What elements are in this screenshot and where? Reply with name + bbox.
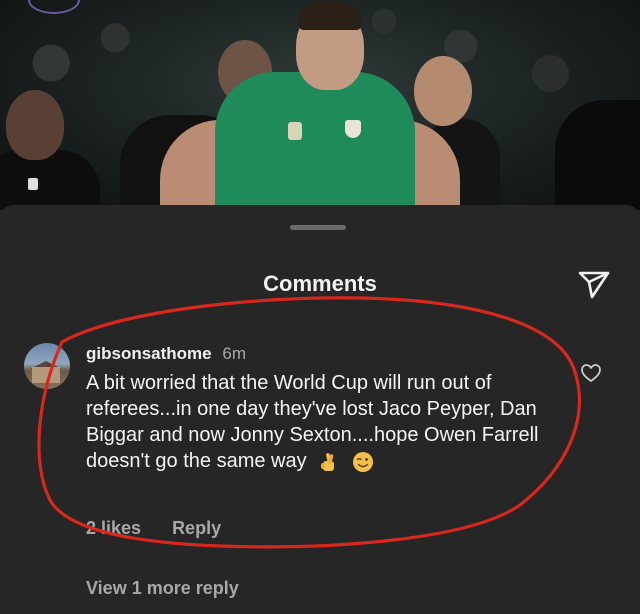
avatar-house [32,367,60,383]
photo-player-right-head [414,56,472,126]
winking-face-icon [352,451,373,472]
comment-time: 6m [222,344,246,363]
drag-handle[interactable] [290,225,346,230]
crossed-fingers-icon [321,452,335,471]
heart-icon[interactable] [580,362,602,384]
photo-main-player-hair [298,2,362,30]
post-photo [0,0,640,210]
send-icon[interactable] [576,265,612,301]
photo-main-player-jersey [215,72,415,210]
photo-fern-emblem [28,178,38,190]
photo-jersey-crest-left [288,122,302,140]
comment-text: A bit worried that the World Cup will ru… [86,370,556,474]
screen: Comments gibsonsathome 6m A bit worried … [0,0,640,614]
reply-button[interactable]: Reply [172,518,221,538]
view-more-replies[interactable]: View 1 more reply [86,578,239,599]
sheet-title: Comments [263,271,377,296]
photo-player-left-head [6,90,64,160]
comment-likes[interactable]: 2 likes [86,518,141,538]
photo-jersey-crest-right [345,120,361,138]
comment-body: A bit worried that the World Cup will ru… [86,372,539,472]
comment-username[interactable]: gibsonsathome [86,344,212,363]
avatar[interactable] [24,343,70,389]
photo-player-farright-body [555,100,640,210]
photo-player-left-body [0,150,100,210]
comment-actions: 2 likes Reply [86,518,221,539]
comment-header: gibsonsathome 6m [86,344,246,364]
